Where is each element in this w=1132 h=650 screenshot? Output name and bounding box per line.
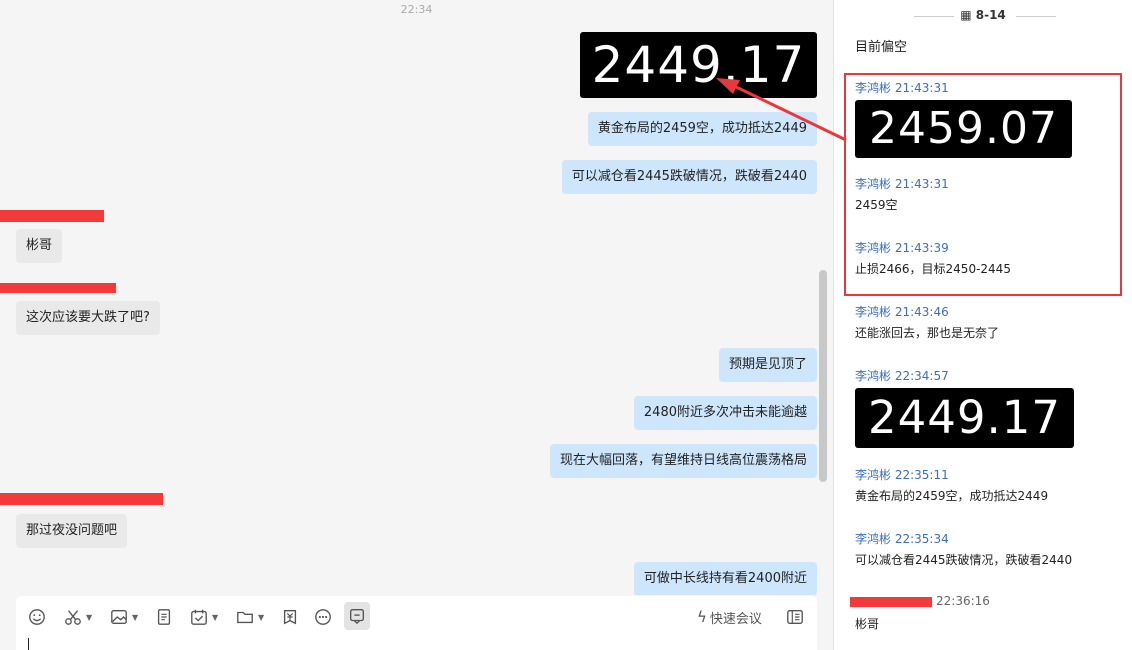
scissors-icon[interactable]: ▼ <box>64 604 92 630</box>
side-price-image-text: 2449.17 <box>867 391 1062 444</box>
side-message-meta: 李鸿彬 21:43:31 <box>855 177 949 191</box>
outgoing-message[interactable]: 现在大幅回落，有望维持日线高位震荡格局 <box>549 444 817 478</box>
red-packet-icon[interactable] <box>281 604 299 630</box>
side-price-image-text: 2459.07 <box>869 103 1058 154</box>
message-composer[interactable]: ▼ ▼ ▼ ▼ ϟ 快速会议 <box>16 596 817 650</box>
more-icon[interactable] <box>314 604 332 630</box>
price-image[interactable]: 2449.17 <box>580 32 817 98</box>
side-message-meta: 李鸿彬 21:43:39 <box>855 241 949 255</box>
redaction-bar <box>0 210 104 222</box>
emoji-icon[interactable] <box>28 604 46 630</box>
chevron-down-icon: ▼ <box>86 612 93 622</box>
outgoing-message[interactable]: 可做中长线持有看2400附近 <box>633 562 817 595</box>
side-message-text: 止损2466，目标2450-2445 <box>855 262 1011 276</box>
date-header: ▦ 8-14 <box>834 8 1132 22</box>
side-message-text: 黄金布局的2459空，成功抵达2449 <box>855 489 1049 503</box>
text-cursor <box>28 638 29 650</box>
message-timestamp: 22:34 <box>400 3 433 16</box>
side-price-image[interactable]: 2459.07 <box>855 100 1072 158</box>
document-icon[interactable] <box>155 604 173 630</box>
redaction-bar <box>850 597 932 607</box>
outgoing-message[interactable]: 预期是见顶了 <box>718 348 817 382</box>
quick-meeting-label: 快速会议 <box>709 611 762 627</box>
side-message-meta: 李鸿彬 22:34:57 <box>855 369 949 383</box>
side-message-text: 可以减仓看2445跌破情况，跌破看2440 <box>855 553 1073 567</box>
date-label: 8-14 <box>975 8 1006 22</box>
calendar-icon: ▦ <box>960 8 972 22</box>
image-icon[interactable]: ▼ <box>110 604 138 630</box>
redaction-bar <box>0 283 116 293</box>
side-message-text: 还能涨回去，那也是无奈了 <box>855 326 1000 340</box>
outgoing-message[interactable]: 可以减仓看2445跌破情况，跌破看2440 <box>561 160 817 194</box>
side-panel: ▦ 8-14 目前偏空 李鸿彬 21:43:31 2459.07 李鸿彬 21:… <box>833 0 1132 650</box>
chevron-down-icon: ▼ <box>258 612 265 622</box>
side-message-meta: 李鸿彬 21:43:46 <box>855 305 949 319</box>
side-message-text: 彬哥 <box>855 617 880 631</box>
side-message-text: 2459空 <box>855 198 898 212</box>
side-message-meta: 李鸿彬 22:35:34 <box>855 532 949 546</box>
quick-meeting-button[interactable]: ϟ 快速会议 <box>697 604 762 630</box>
chevron-down-icon: ▼ <box>132 612 139 622</box>
folder-icon[interactable]: ▼ <box>236 604 264 630</box>
outgoing-message[interactable]: 2480附近多次冲击未能逾越 <box>633 396 817 430</box>
side-price-image[interactable]: 2449.17 <box>855 388 1074 448</box>
side-message-meta: 李鸿彬 21:43:31 <box>855 81 949 95</box>
outgoing-message[interactable]: 黄金布局的2459空，成功抵达2449 <box>587 112 817 146</box>
calendar-check-icon[interactable]: ▼ <box>190 604 218 630</box>
incoming-message[interactable]: 这次应该要大跌了吧? <box>16 301 160 335</box>
incoming-message[interactable]: 那过夜没问题吧 <box>16 514 128 548</box>
price-image-text: 2449.17 <box>591 36 806 94</box>
side-message-meta: 李鸿彬 22:35:11 <box>855 468 949 482</box>
chat-record-icon[interactable] <box>344 602 370 630</box>
chat-area: 22:34 2449.17 黄金布局的2459空，成功抵达2449 可以减仓看2… <box>0 0 833 595</box>
chat-scrollbar[interactable] <box>819 270 827 482</box>
side-message-text: 目前偏空 <box>855 40 908 55</box>
incoming-message[interactable]: 彬哥 <box>16 229 63 263</box>
sidebar-icon[interactable] <box>786 604 804 630</box>
redaction-bar <box>0 493 163 505</box>
side-message-meta: 22:36:16 <box>936 594 990 608</box>
lightning-icon: ϟ <box>697 608 707 626</box>
chevron-down-icon: ▼ <box>212 612 219 622</box>
